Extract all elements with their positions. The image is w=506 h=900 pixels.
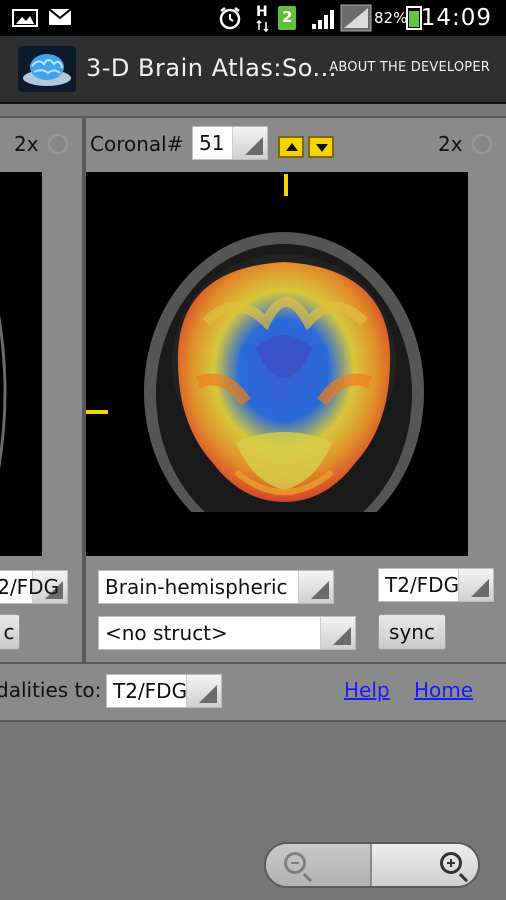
dropdown-arrow-icon <box>471 579 489 597</box>
left-modality-select[interactable]: T2/FDG <box>0 570 68 604</box>
slice-down-button[interactable] <box>308 136 334 158</box>
image-icon <box>12 9 38 27</box>
left-zoom-radio[interactable] <box>48 134 68 154</box>
crosshair-left-marker[interactable] <box>86 410 108 414</box>
left-scan-image[interactable] <box>0 172 42 556</box>
mail-icon <box>48 8 72 25</box>
action-bar: 3-D Brain Atlas:So... ABOUT THE DEVELOPE… <box>0 36 506 104</box>
help-link[interactable]: Help <box>344 678 390 702</box>
structure-value: <no struct> <box>105 621 228 645</box>
right-zoom-radio[interactable] <box>472 134 492 154</box>
dropdown-arrow-icon <box>199 685 217 703</box>
battery-percent: 82% <box>374 9 408 27</box>
global-modality-select[interactable]: T2/FDG <box>106 674 222 708</box>
brain-scan-graphic <box>86 172 468 556</box>
coronal-view-panel: Coronal# 51 2x Brain-hemispheric T2/FDG … <box>84 116 506 666</box>
slice-number-select[interactable]: 51 <box>192 126 268 160</box>
modalities-bar: dalities to: T2/FDG Help Home <box>0 662 506 722</box>
modalities-label: dalities to: <box>0 678 102 702</box>
dropdown-arrow-icon <box>311 581 329 599</box>
slice-number-value: 51 <box>199 131 225 155</box>
home-link[interactable]: Home <box>414 678 473 702</box>
zoom-control <box>264 842 480 888</box>
coronal-scan-image[interactable] <box>86 172 468 556</box>
status-bar: H 2 82% 14:09 <box>0 0 506 36</box>
left-modality-value: T2/FDG <box>0 575 60 599</box>
hplus-icon <box>256 20 269 32</box>
crosshair-top-marker[interactable] <box>284 174 288 196</box>
left-view-panel: 2x T2/FDG c <box>0 116 84 666</box>
zoom-out-icon <box>284 852 306 874</box>
app-logo-icon[interactable] <box>18 46 76 92</box>
sync-button[interactable]: sync <box>378 614 446 650</box>
signal-2-icon <box>340 4 372 32</box>
battery-icon <box>406 6 422 30</box>
sim-label: 2 <box>282 8 293 26</box>
network-type: H <box>256 4 268 20</box>
structure-select[interactable]: <no struct> <box>98 616 356 650</box>
global-modality-value: T2/FDG <box>113 679 188 703</box>
sim-2-icon: 2 <box>278 6 296 30</box>
arrow-up-icon <box>286 143 298 151</box>
left-zoom-label: 2x <box>14 132 39 156</box>
zoom-in-icon <box>440 852 462 874</box>
template-value: Brain-hemispheric <box>105 575 288 599</box>
right-zoom-label: 2x <box>438 132 463 156</box>
left-scan-edge <box>0 314 7 470</box>
app-title: 3-D Brain Atlas:So... <box>86 54 337 82</box>
template-select[interactable]: Brain-hemispheric <box>98 570 334 604</box>
about-developer-button[interactable]: ABOUT THE DEVELOPER <box>329 60 490 75</box>
zoom-in-button[interactable] <box>370 844 478 886</box>
dropdown-arrow-icon <box>333 627 351 645</box>
dropdown-arrow-icon <box>245 137 263 155</box>
clock: 14:09 <box>420 5 492 31</box>
signal-icon <box>312 10 334 29</box>
zoom-out-button[interactable] <box>266 844 372 886</box>
content-area: 2x T2/FDG c Coronal# 51 2x <box>0 104 506 900</box>
right-modality-select[interactable]: T2/FDG <box>378 568 494 602</box>
right-modality-value: T2/FDG <box>385 573 460 597</box>
coronal-label: Coronal# <box>90 132 184 156</box>
brain-icon <box>23 54 71 86</box>
slice-up-button[interactable] <box>278 136 304 158</box>
arrow-down-icon <box>316 144 328 152</box>
left-sync-button[interactable]: c <box>0 614 20 650</box>
alarm-icon <box>219 7 241 30</box>
